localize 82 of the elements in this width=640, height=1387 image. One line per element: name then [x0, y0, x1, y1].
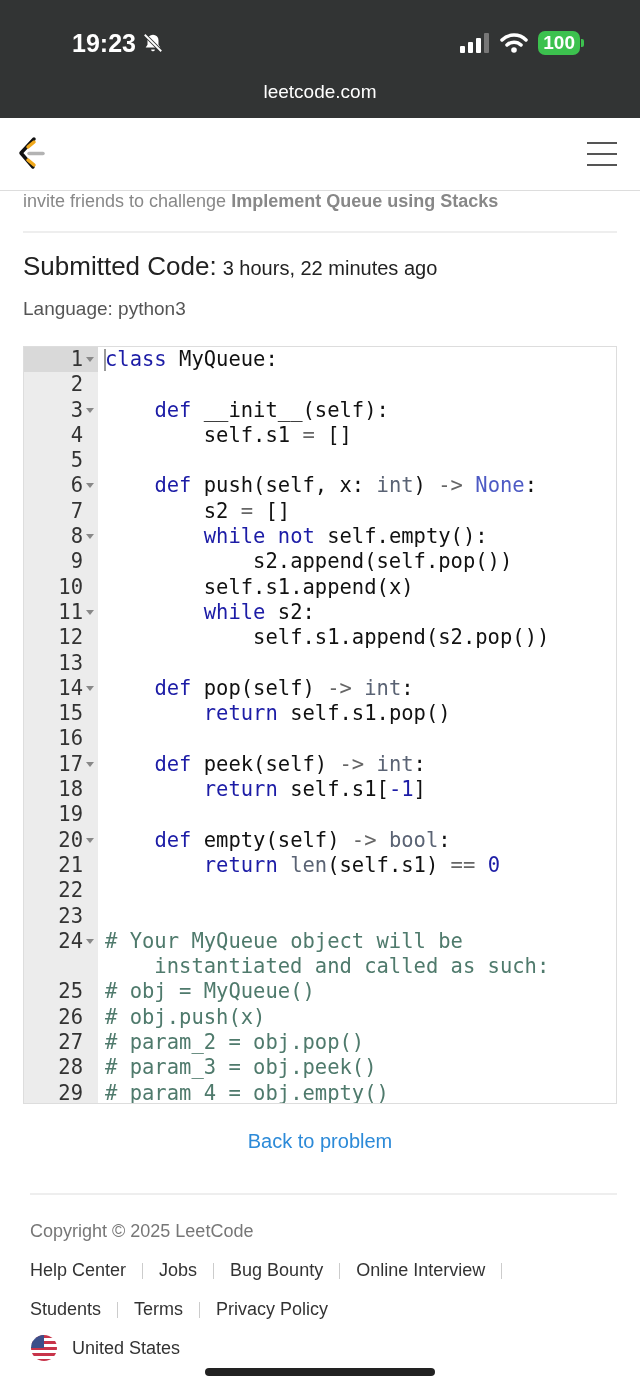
code-editor[interactable] — [23, 346, 617, 1104]
footer-link[interactable]: Help Center — [30, 1260, 127, 1281]
code-line: def peek(self) -> int: — [153, 751, 427, 778]
submission-time: 3 hours, 22 minutes ago — [222, 257, 438, 280]
code-line: def __init__(self): — [153, 397, 390, 423]
language-label: Language: python3 — [23, 298, 187, 320]
line-number: 9 — [70, 549, 83, 575]
footer-link[interactable]: Bug Bounty — [230, 1260, 324, 1281]
footer-link[interactable]: Jobs — [159, 1260, 198, 1281]
code-line: self.s1 = [] — [202, 422, 353, 449]
line-number: 20 — [58, 827, 83, 853]
code-line: def empty(self) -> bool: — [153, 827, 452, 853]
code-line: # obj.push(x) — [105, 1004, 267, 1030]
line-number: 3 — [70, 397, 83, 423]
line-number: 25 — [58, 979, 83, 1005]
fold-arrow-icon[interactable] — [86, 483, 94, 490]
wifi-icon — [500, 33, 529, 53]
line-number: 15 — [58, 701, 83, 727]
code-line: return self.s1[-1] — [202, 777, 427, 803]
code-line: return len(self.s1) == 0 — [202, 852, 501, 879]
page-heading: Submitted Code: — [23, 251, 217, 282]
flag-icon[interactable] — [30, 1334, 58, 1362]
fold-arrow-icon[interactable] — [86, 609, 94, 616]
line-number: 16 — [58, 726, 83, 752]
line-number: 23 — [58, 903, 83, 929]
line-number: 22 — [58, 878, 83, 904]
code-line: # obj = MyQueue() — [105, 979, 316, 1005]
footer-link[interactable]: Online Interview — [356, 1260, 486, 1281]
line-number: 13 — [58, 650, 83, 676]
clock-time: 19:23 — [72, 28, 136, 58]
line-number: 2 — [70, 372, 83, 398]
line-number: 18 — [58, 777, 83, 803]
invite-text: invite friends to challenge Implement Queue using Stacks — [23, 191, 500, 212]
menu-icon[interactable] — [586, 141, 618, 167]
line-number: 27 — [58, 1030, 83, 1056]
copyright-text: Copyright © 2025 LeetCode — [30, 1221, 255, 1242]
code-line: self.s1.append(s2.pop()) — [252, 625, 551, 651]
code-line: # param_3 = obj.peek() — [105, 1055, 378, 1081]
fold-arrow-icon[interactable] — [86, 761, 94, 768]
line-number: 19 — [58, 802, 83, 828]
signal-icon — [460, 33, 491, 53]
code-line: while not self.empty(): — [202, 524, 489, 550]
line-number: 5 — [70, 448, 83, 474]
code-line: return self.s1.pop() — [202, 701, 452, 727]
back-to-problem-link[interactable]: Back to problem — [247, 1130, 393, 1152]
line-number: 7 — [70, 498, 83, 525]
fold-arrow-icon[interactable] — [86, 837, 94, 844]
fold-arrow-icon[interactable] — [86, 357, 94, 363]
code-line: s2 = [] — [202, 498, 292, 525]
line-number: 21 — [58, 852, 83, 879]
logo-icon[interactable] — [16, 136, 46, 172]
fold-arrow-icon[interactable] — [86, 685, 94, 692]
line-number: 10 — [58, 574, 83, 600]
line-number: 24 — [58, 928, 83, 955]
address-bar[interactable]: leetcode.com — [0, 81, 640, 103]
fold-arrow-icon[interactable] — [86, 534, 94, 541]
fold-arrow-icon[interactable] — [86, 938, 94, 945]
code-line: s2.append(self.pop()) — [252, 549, 514, 575]
line-number: 29 — [58, 1080, 83, 1103]
line-number: 12 — [58, 625, 83, 651]
line-number: 28 — [58, 1055, 83, 1081]
footer-link[interactable]: Students — [30, 1299, 102, 1320]
line-number: 4 — [70, 422, 83, 449]
line-number: 26 — [58, 1004, 83, 1030]
code-line: while s2: — [202, 599, 316, 626]
code-line: self.s1.append(x) — [202, 574, 415, 600]
code-line: def pop(self) -> int: — [153, 675, 415, 702]
code-line: def push(self, x: int) -> None: — [153, 473, 538, 499]
footer-link[interactable]: Terms — [134, 1299, 184, 1320]
code-line: # Your MyQueue object will be instantiated and called as such: — [105, 928, 551, 980]
line-number: 8 — [70, 524, 83, 550]
code-line: # param_2 = obj.pop() — [105, 1030, 366, 1056]
line-number: 1 — [70, 347, 83, 373]
fold-arrow-icon[interactable] — [86, 407, 94, 414]
line-number: 14 — [58, 675, 83, 702]
line-number: 11 — [58, 599, 83, 626]
footer-link[interactable]: Privacy Policy — [216, 1299, 329, 1320]
code-line: class MyQueue: — [105, 347, 279, 373]
region-link[interactable]: United States — [72, 1337, 181, 1359]
battery-level: 100 — [538, 31, 580, 55]
line-number: 17 — [58, 751, 83, 778]
line-number: 6 — [70, 473, 83, 499]
